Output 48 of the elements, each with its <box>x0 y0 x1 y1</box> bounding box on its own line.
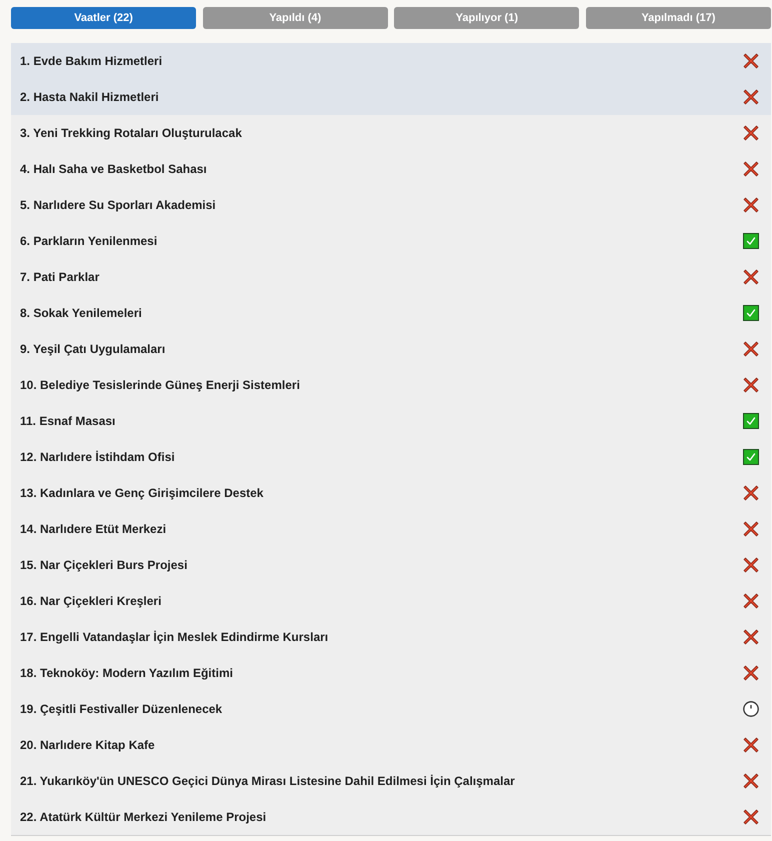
cross-icon <box>743 629 759 645</box>
promise-title: 4. Halı Saha ve Basketbol Sahası <box>20 162 207 176</box>
cross-icon <box>743 53 759 69</box>
cross-icon <box>743 197 759 213</box>
cross-icon <box>743 377 759 393</box>
clock-icon <box>743 701 759 717</box>
promise-title: 22. Atatürk Kültür Merkezi Yenileme Projesi <box>20 810 266 824</box>
checkbox-check-icon <box>743 413 759 429</box>
promise-title: 21. Yukarıköy'ün UNESCO Geçici Dünya Mirası Listesine Dahil Edilmesi İçin Çalışmalar <box>20 774 515 788</box>
cross-icon <box>743 593 759 609</box>
promise-title: 18. Teknoköy: Modern Yazılım Eğitimi <box>20 666 233 680</box>
promise-title: 16. Nar Çiçekleri Kreşleri <box>20 594 162 608</box>
promise-title: 3. Yeni Trekking Rotaları Oluşturulacak <box>20 126 242 140</box>
promise-title: 15. Nar Çiçekleri Burs Projesi <box>20 558 188 572</box>
promise-title: 13. Kadınlara ve Genç Girişimcilere Destek <box>20 486 264 500</box>
cross-icon <box>743 809 759 825</box>
promise-title: 6. Parkların Yenilenmesi <box>20 234 158 248</box>
cross-icon <box>743 341 759 357</box>
cross-icon <box>743 557 759 573</box>
promise-title: 19. Çeşitli Festivaller Düzenlenecek <box>20 702 222 716</box>
filter-tab[interactable]: Yapıldı (4) <box>202 7 388 29</box>
promise-title: 20. Narlıdere Kitap Kafe <box>20 738 155 752</box>
checkbox-check-icon <box>743 233 759 249</box>
checkbox-check-icon <box>743 449 759 465</box>
cross-icon <box>743 89 759 105</box>
cross-icon <box>743 485 759 501</box>
promise-title: 8. Sokak Yenilemeleri <box>20 306 142 320</box>
cross-icon <box>743 269 759 285</box>
promise-title: 14. Narlıdere Etüt Merkezi <box>20 522 166 536</box>
promise-title: 2. Hasta Nakil Hizmetleri <box>20 90 159 104</box>
cross-icon <box>743 521 759 537</box>
filter-tab[interactable]: Yapılmadı (17) <box>586 7 771 29</box>
promise-title: 9. Yeşil Çatı Uygulamaları <box>20 342 166 356</box>
filter-tab[interactable]: Yapılıyor (1) <box>394 7 580 29</box>
cross-icon <box>743 773 759 789</box>
cross-icon <box>743 161 759 177</box>
cross-icon <box>743 737 759 753</box>
promise-title: 7. Pati Parklar <box>20 270 100 284</box>
cross-icon <box>743 125 759 141</box>
promise-title: 1. Evde Bakım Hizmetleri <box>20 54 162 68</box>
promise-title: 5. Narlıdere Su Sporları Akademisi <box>20 198 216 212</box>
cross-icon <box>743 665 759 681</box>
promise-title: 10. Belediye Tesislerinde Güneş Enerji Sistemleri <box>20 378 300 392</box>
promise-title: 11. Esnaf Masası <box>20 414 116 428</box>
promise-title: 17. Engelli Vatandaşlar İçin Meslek Edindirme Kursları <box>20 630 328 644</box>
checkbox-check-icon <box>743 305 759 321</box>
promise-title: 12. Narlıdere İstihdam Ofisi <box>20 450 175 464</box>
filter-tab[interactable]: Vaatler (22) <box>11 7 196 29</box>
